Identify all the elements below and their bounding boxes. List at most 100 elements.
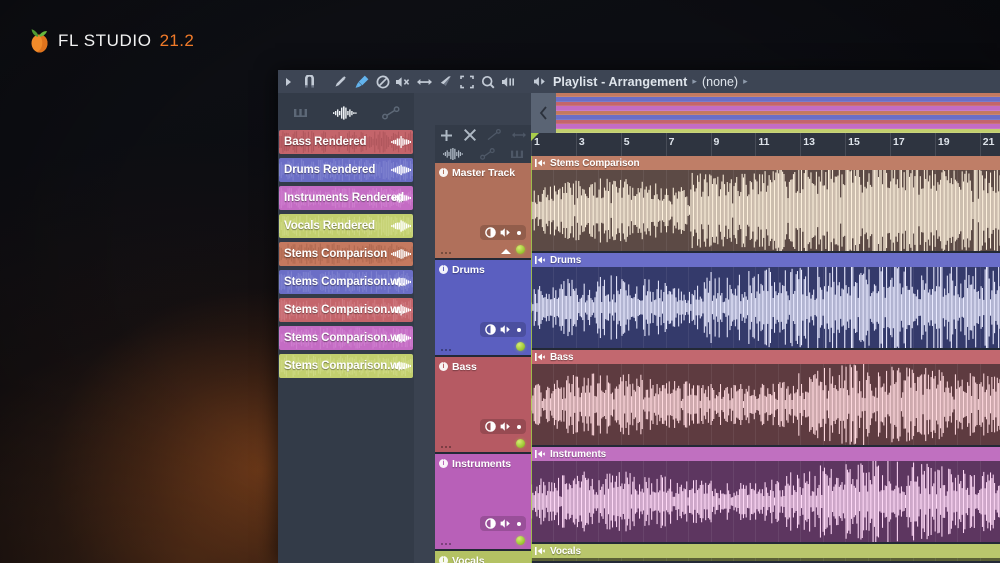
clip-list-item[interactable]: Drums Rendered (279, 158, 413, 182)
overview-collapse-button[interactable] (531, 93, 556, 133)
playback-icon[interactable] (498, 70, 519, 93)
info-icon[interactable]: i (439, 168, 448, 177)
waveform-thumb-icon[interactable] (389, 130, 413, 154)
add-track-button[interactable] (440, 129, 453, 142)
track-header[interactable]: i Drums (435, 260, 531, 357)
audio-clip-header[interactable]: Stems Comparison (531, 156, 1000, 170)
track-header[interactable]: i Bass (435, 357, 531, 454)
clip-list-item[interactable]: Stems Comparison.w.. (279, 298, 413, 322)
close-track-button[interactable] (464, 129, 476, 141)
info-icon[interactable]: i (439, 556, 448, 563)
waveform-thumb-icon[interactable] (389, 354, 413, 378)
info-icon[interactable]: i (439, 362, 448, 371)
pan-knob-icon[interactable] (485, 324, 496, 335)
track-header[interactable]: i Instruments (435, 454, 531, 551)
pattern-name[interactable]: (none) (702, 75, 738, 89)
track-grip-handle[interactable] (441, 349, 451, 351)
track-grip-handle[interactable] (441, 543, 451, 545)
track-enable-led[interactable] (516, 536, 525, 545)
volume-speaker-icon[interactable] (500, 518, 513, 529)
pan-knob-icon (485, 421, 496, 432)
playlist-toolbar: Playlist - Arrangement ▸ (none) ▸ (278, 70, 1000, 93)
audio-clip-header[interactable]: Instruments (531, 447, 1000, 461)
track-lane[interactable]: Instruments (531, 447, 1000, 544)
menu-arrow-icon[interactable] (278, 70, 299, 93)
waveform-thumb-icon[interactable] (389, 242, 413, 266)
tab-automation-clips[interactable] (480, 148, 495, 160)
clip-picker-empty-area (279, 403, 413, 563)
timeline-ruler[interactable]: 13579111315171921 (531, 133, 1000, 156)
track-name-label[interactable]: Master Track (452, 167, 515, 179)
arrangement-area[interactable]: Stems Comparison Drums Bass Instruments Voca… (531, 156, 1000, 563)
clip-list-item[interactable]: Stems Comparison.w.. (279, 354, 413, 378)
track-controls (480, 225, 526, 240)
paint-icon[interactable] (351, 70, 372, 93)
track-name-label[interactable]: Vocals (452, 555, 484, 563)
slip-icon[interactable] (414, 70, 435, 93)
route-dot-icon[interactable] (517, 231, 521, 235)
track-lane[interactable]: Drums (531, 253, 1000, 350)
waveform-thumb-icon[interactable] (389, 298, 413, 322)
volume-speaker-icon[interactable] (500, 227, 513, 238)
track-expand-arrow-icon[interactable] (501, 249, 511, 254)
volume-speaker-icon[interactable] (500, 421, 513, 432)
track-resize-button[interactable] (512, 130, 526, 140)
audio-clip-header[interactable]: Drums (531, 253, 1000, 267)
track-grip-handle[interactable] (441, 252, 451, 254)
timeline-tick (980, 133, 981, 156)
timeline-bar-number: 15 (848, 136, 860, 148)
zoom-icon[interactable] (477, 70, 498, 93)
clip-list-item[interactable]: Stems Comparison.w.. (279, 326, 413, 350)
audio-clip-header[interactable]: Vocals (531, 544, 1000, 558)
track-lane[interactable]: Bass (531, 350, 1000, 447)
mute-icon[interactable] (393, 70, 414, 93)
track-lane[interactable]: Stems Comparison (531, 156, 1000, 253)
pan-knob-icon[interactable] (485, 227, 496, 238)
waveform-thumb-icon[interactable] (389, 214, 413, 238)
track-enable-led[interactable] (516, 245, 525, 254)
route-dot-icon[interactable] (517, 522, 521, 526)
clip-list-item[interactable]: Vocals Rendered (279, 214, 413, 238)
draw-icon[interactable] (330, 70, 351, 93)
pan-knob-icon[interactable] (485, 421, 496, 432)
slice-icon[interactable] (435, 70, 456, 93)
info-icon[interactable]: i (439, 265, 448, 274)
clip-list-item-label: Bass Rendered (279, 136, 366, 148)
tab-pattern-clips[interactable] (510, 149, 524, 160)
clip-list-item[interactable]: Bass Rendered (279, 130, 413, 154)
route-dot-icon[interactable] (517, 328, 521, 332)
tab-automation[interactable] (369, 99, 414, 127)
waveform-thumb-icon[interactable] (389, 158, 413, 182)
track-name-label[interactable]: Drums (452, 264, 485, 276)
track-name-label[interactable]: Instruments (452, 458, 511, 470)
clip-list-item[interactable]: Stems Comparison (279, 242, 413, 266)
clip-list-item[interactable]: Instruments Rendered (279, 186, 413, 210)
route-dot-icon[interactable] (517, 425, 521, 429)
magnet-icon[interactable] (299, 70, 320, 93)
tab-patterns[interactable] (278, 99, 323, 127)
volume-speaker-icon[interactable] (500, 324, 513, 335)
track-header[interactable]: i Vocals (435, 551, 531, 563)
track-grip-handle[interactable] (441, 446, 451, 448)
select-icon[interactable] (456, 70, 477, 93)
track-header-top: i Drums (435, 260, 531, 276)
track-enable-led[interactable] (516, 342, 525, 351)
tab-audio-clips[interactable] (443, 148, 465, 160)
waveform-thumb-icon[interactable] (389, 270, 413, 294)
arrangement-overview[interactable] (531, 93, 1000, 133)
tab-audio[interactable] (323, 99, 368, 127)
track-enable-led[interactable] (516, 439, 525, 448)
speaker-nav-icon[interactable] (532, 70, 548, 93)
info-icon[interactable]: i (439, 459, 448, 468)
track-lane[interactable]: Vocals (531, 544, 1000, 563)
pan-knob-icon[interactable] (485, 518, 496, 529)
track-header[interactable]: i Master Track (435, 163, 531, 260)
waveform-thumb-icon[interactable] (389, 186, 413, 210)
track-name-label[interactable]: Bass (452, 361, 477, 373)
playhead-marker[interactable] (531, 133, 539, 141)
audio-clip-header[interactable]: Bass (531, 350, 1000, 364)
track-automation-button[interactable] (487, 129, 501, 141)
waveform-thumb-icon[interactable] (389, 326, 413, 350)
clip-list-item[interactable]: Stems Comparison.w.. (279, 270, 413, 294)
delete-icon[interactable] (372, 70, 393, 93)
